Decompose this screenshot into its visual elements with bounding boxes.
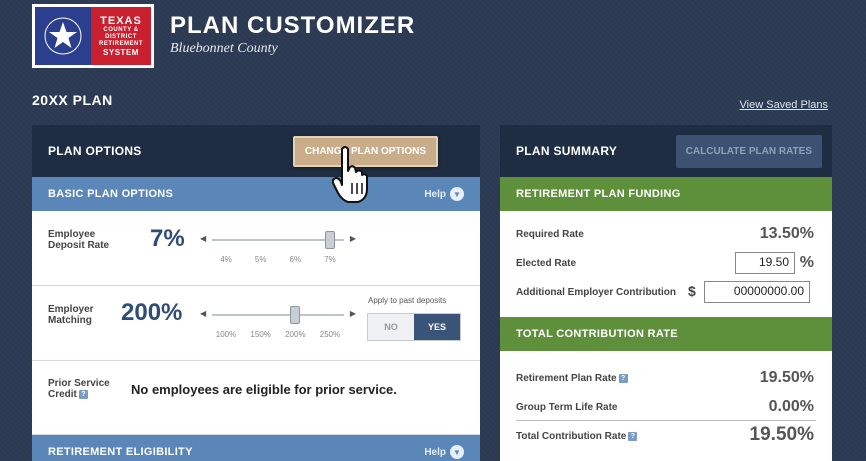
percent-sign: % — [799, 254, 814, 271]
required-rate-row: Required Rate 13.50% — [500, 219, 832, 248]
slider-tick-label: 200% — [285, 330, 306, 339]
hand-pointer-icon — [332, 146, 368, 203]
plan-rate-row: Retirement Plan Rate? 19.50% — [500, 363, 832, 392]
deposit-rate-label: Employee Deposit Rate — [48, 229, 109, 251]
help-question-icon[interactable]: ? — [78, 389, 88, 399]
help-toggle[interactable]: Help ▼ — [424, 445, 464, 459]
slider-right-arrow-icon[interactable]: ▶ — [350, 234, 356, 243]
deposit-rate-value: 7% — [150, 225, 185, 252]
logo-texas: TEXAS — [100, 15, 142, 27]
total-rate-label-text: Total Contribution Rate — [516, 431, 627, 442]
calculate-plan-rates-button[interactable]: CALCULATE PLAN RATES — [675, 134, 822, 168]
prior-service-row: Prior Service Credit? No employees are e… — [32, 361, 480, 435]
apply-past-deposits-toggle[interactable]: NO YES — [367, 313, 461, 341]
chevron-down-icon: ▼ — [450, 445, 464, 459]
slider-tick-label: 7% — [324, 255, 336, 264]
slider-tick-label: 4% — [220, 255, 232, 264]
retirement-plan-funding-header: RETIREMENT PLAN FUNDING — [500, 177, 832, 211]
matching-slider[interactable]: ◀ ▶ 100% 150% 200% 250% — [200, 306, 356, 342]
logo-line5: SYSTEM — [103, 48, 139, 57]
help-toggle[interactable]: Help ▼ — [424, 187, 464, 201]
prior-service-line2: Credit — [48, 389, 77, 400]
slider-tick-label: 5% — [254, 255, 267, 264]
slider-track — [212, 314, 344, 316]
apply-past-deposits-label: Apply to past deposits — [368, 296, 447, 305]
plan-options-panel: PLAN OPTIONS CHANGE PLAN OPTIONS BASIC P… — [32, 125, 480, 461]
help-label: Help — [424, 446, 446, 458]
slider-tick-label: 150% — [250, 330, 271, 339]
yes-option-button[interactable]: YES — [414, 314, 460, 340]
slider-tick-label: 6% — [289, 255, 302, 264]
matching-label-line1: Employer — [48, 304, 94, 315]
help-question-icon[interactable]: ? — [628, 431, 638, 441]
plan-rate-value: 19.50% — [759, 369, 814, 386]
slider-thumb[interactable] — [325, 231, 335, 249]
tcdrs-logo: TEXAS COUNTY & DISTRICT RETIREMENT SYSTE… — [32, 4, 154, 68]
plan-summary-panel: PLAN SUMMARY CALCULATE PLAN RATES RETIRE… — [500, 125, 832, 461]
plan-rate-label-text: Retirement Plan Rate — [516, 373, 617, 384]
total-contribution-header: TOTAL CONTRIBUTION RATE — [500, 317, 832, 351]
help-question-icon[interactable]: ? — [618, 373, 628, 383]
slider-thumb[interactable] — [290, 306, 301, 324]
slider-tick-label: 250% — [319, 330, 341, 339]
employer-matching-row: Employer Matching 200% ◀ ▶ 100% 150% 200… — [32, 286, 480, 361]
deposit-rate-slider[interactable]: ◀ ▶ 4% 5% 6% 7% — [200, 231, 356, 267]
prior-service-message: No employees are eligible for prior serv… — [131, 382, 397, 397]
group-life-value: 0.00% — [768, 398, 814, 415]
total-contribution-title: TOTAL CONTRIBUTION RATE — [516, 328, 678, 340]
plan-summary-header: PLAN SUMMARY CALCULATE PLAN RATES — [500, 125, 832, 177]
additional-contribution-input[interactable]: 00000000.00 — [704, 281, 810, 303]
deposit-label-line2: Deposit Rate — [48, 240, 110, 251]
funding-body: Required Rate 13.50% Elected Rate 19.50 … — [500, 211, 832, 317]
basic-options-body: Employee Deposit Rate 7% ◀ ▶ 4% 5% 6% 7%… — [32, 211, 480, 435]
page-title: PLAN CUSTOMIZER — [170, 12, 416, 39]
plan-options-title: PLAN OPTIONS — [48, 144, 142, 158]
logo-text-block: TEXAS COUNTY & DISTRICT RETIREMENT SYSTE… — [91, 7, 151, 65]
plan-options-header: PLAN OPTIONS CHANGE PLAN OPTIONS — [32, 125, 480, 177]
total-rate-row: Total Contribution Rate? 19.50% — [500, 421, 832, 450]
group-life-row: Group Term Life Rate 0.00% — [516, 392, 816, 421]
basic-plan-options-header: BASIC PLAN OPTIONS Help ▼ — [32, 177, 480, 211]
basic-plan-options-title: BASIC PLAN OPTIONS — [48, 188, 174, 200]
slider-left-arrow-icon[interactable]: ◀ — [200, 234, 206, 243]
plan-rate-label: Retirement Plan Rate? — [516, 373, 628, 384]
deposit-label-line1: Employee — [48, 229, 96, 240]
plan-summary-title: PLAN SUMMARY — [516, 144, 618, 158]
page-subtitle: Bluebonnet County — [170, 41, 278, 56]
view-saved-plans-link[interactable]: View Saved Plans — [740, 99, 828, 111]
help-label: Help — [424, 188, 446, 200]
matching-label: Employer Matching — [48, 304, 94, 326]
logo-line4: RETIREMENT — [99, 41, 143, 47]
slider-tick-label: 100% — [215, 330, 237, 339]
total-rate-value: 19.50% — [749, 424, 814, 445]
prior-service-line1: Prior Service — [48, 378, 110, 389]
slider-left-arrow-icon[interactable]: ◀ — [200, 309, 206, 318]
matching-label-line2: Matching — [48, 315, 92, 326]
elected-rate-input[interactable]: 19.50 — [735, 252, 795, 274]
plan-name-heading: 20XX PLAN — [32, 92, 113, 108]
deposit-rate-row: Employee Deposit Rate 7% ◀ ▶ 4% 5% 6% 7% — [32, 211, 480, 286]
elected-rate-label: Elected Rate — [516, 258, 577, 269]
logo-line3: DISTRICT — [105, 34, 137, 40]
group-life-label: Group Term Life Rate — [516, 402, 618, 413]
required-rate-value: 13.50% — [759, 225, 814, 242]
elected-rate-row: Elected Rate 19.50 % — [500, 248, 832, 277]
retirement-eligibility-title: RETIREMENT ELIGIBILITY — [48, 446, 193, 458]
additional-contribution-label: Additional Employer Contribution — [516, 287, 676, 298]
logo-line2: COUNTY & — [103, 27, 139, 33]
retirement-eligibility-header: RETIREMENT ELIGIBILITY Help ▼ — [32, 435, 480, 461]
additional-contribution-row: Additional Employer Contribution $ 00000… — [500, 277, 832, 306]
matching-value: 200% — [121, 299, 183, 326]
total-rate-label: Total Contribution Rate? — [516, 431, 638, 442]
required-rate-label: Required Rate — [516, 229, 584, 240]
chevron-down-icon: ▼ — [450, 187, 464, 201]
slider-right-arrow-icon[interactable]: ▶ — [350, 309, 356, 318]
total-body: Retirement Plan Rate? 19.50% Group Term … — [500, 351, 832, 461]
retirement-plan-funding-title: RETIREMENT PLAN FUNDING — [516, 188, 681, 200]
prior-service-label: Prior Service Credit? — [48, 378, 110, 400]
star-logo-icon — [35, 7, 91, 65]
dollar-sign: $ — [688, 283, 696, 299]
no-option-button[interactable]: NO — [368, 314, 414, 340]
